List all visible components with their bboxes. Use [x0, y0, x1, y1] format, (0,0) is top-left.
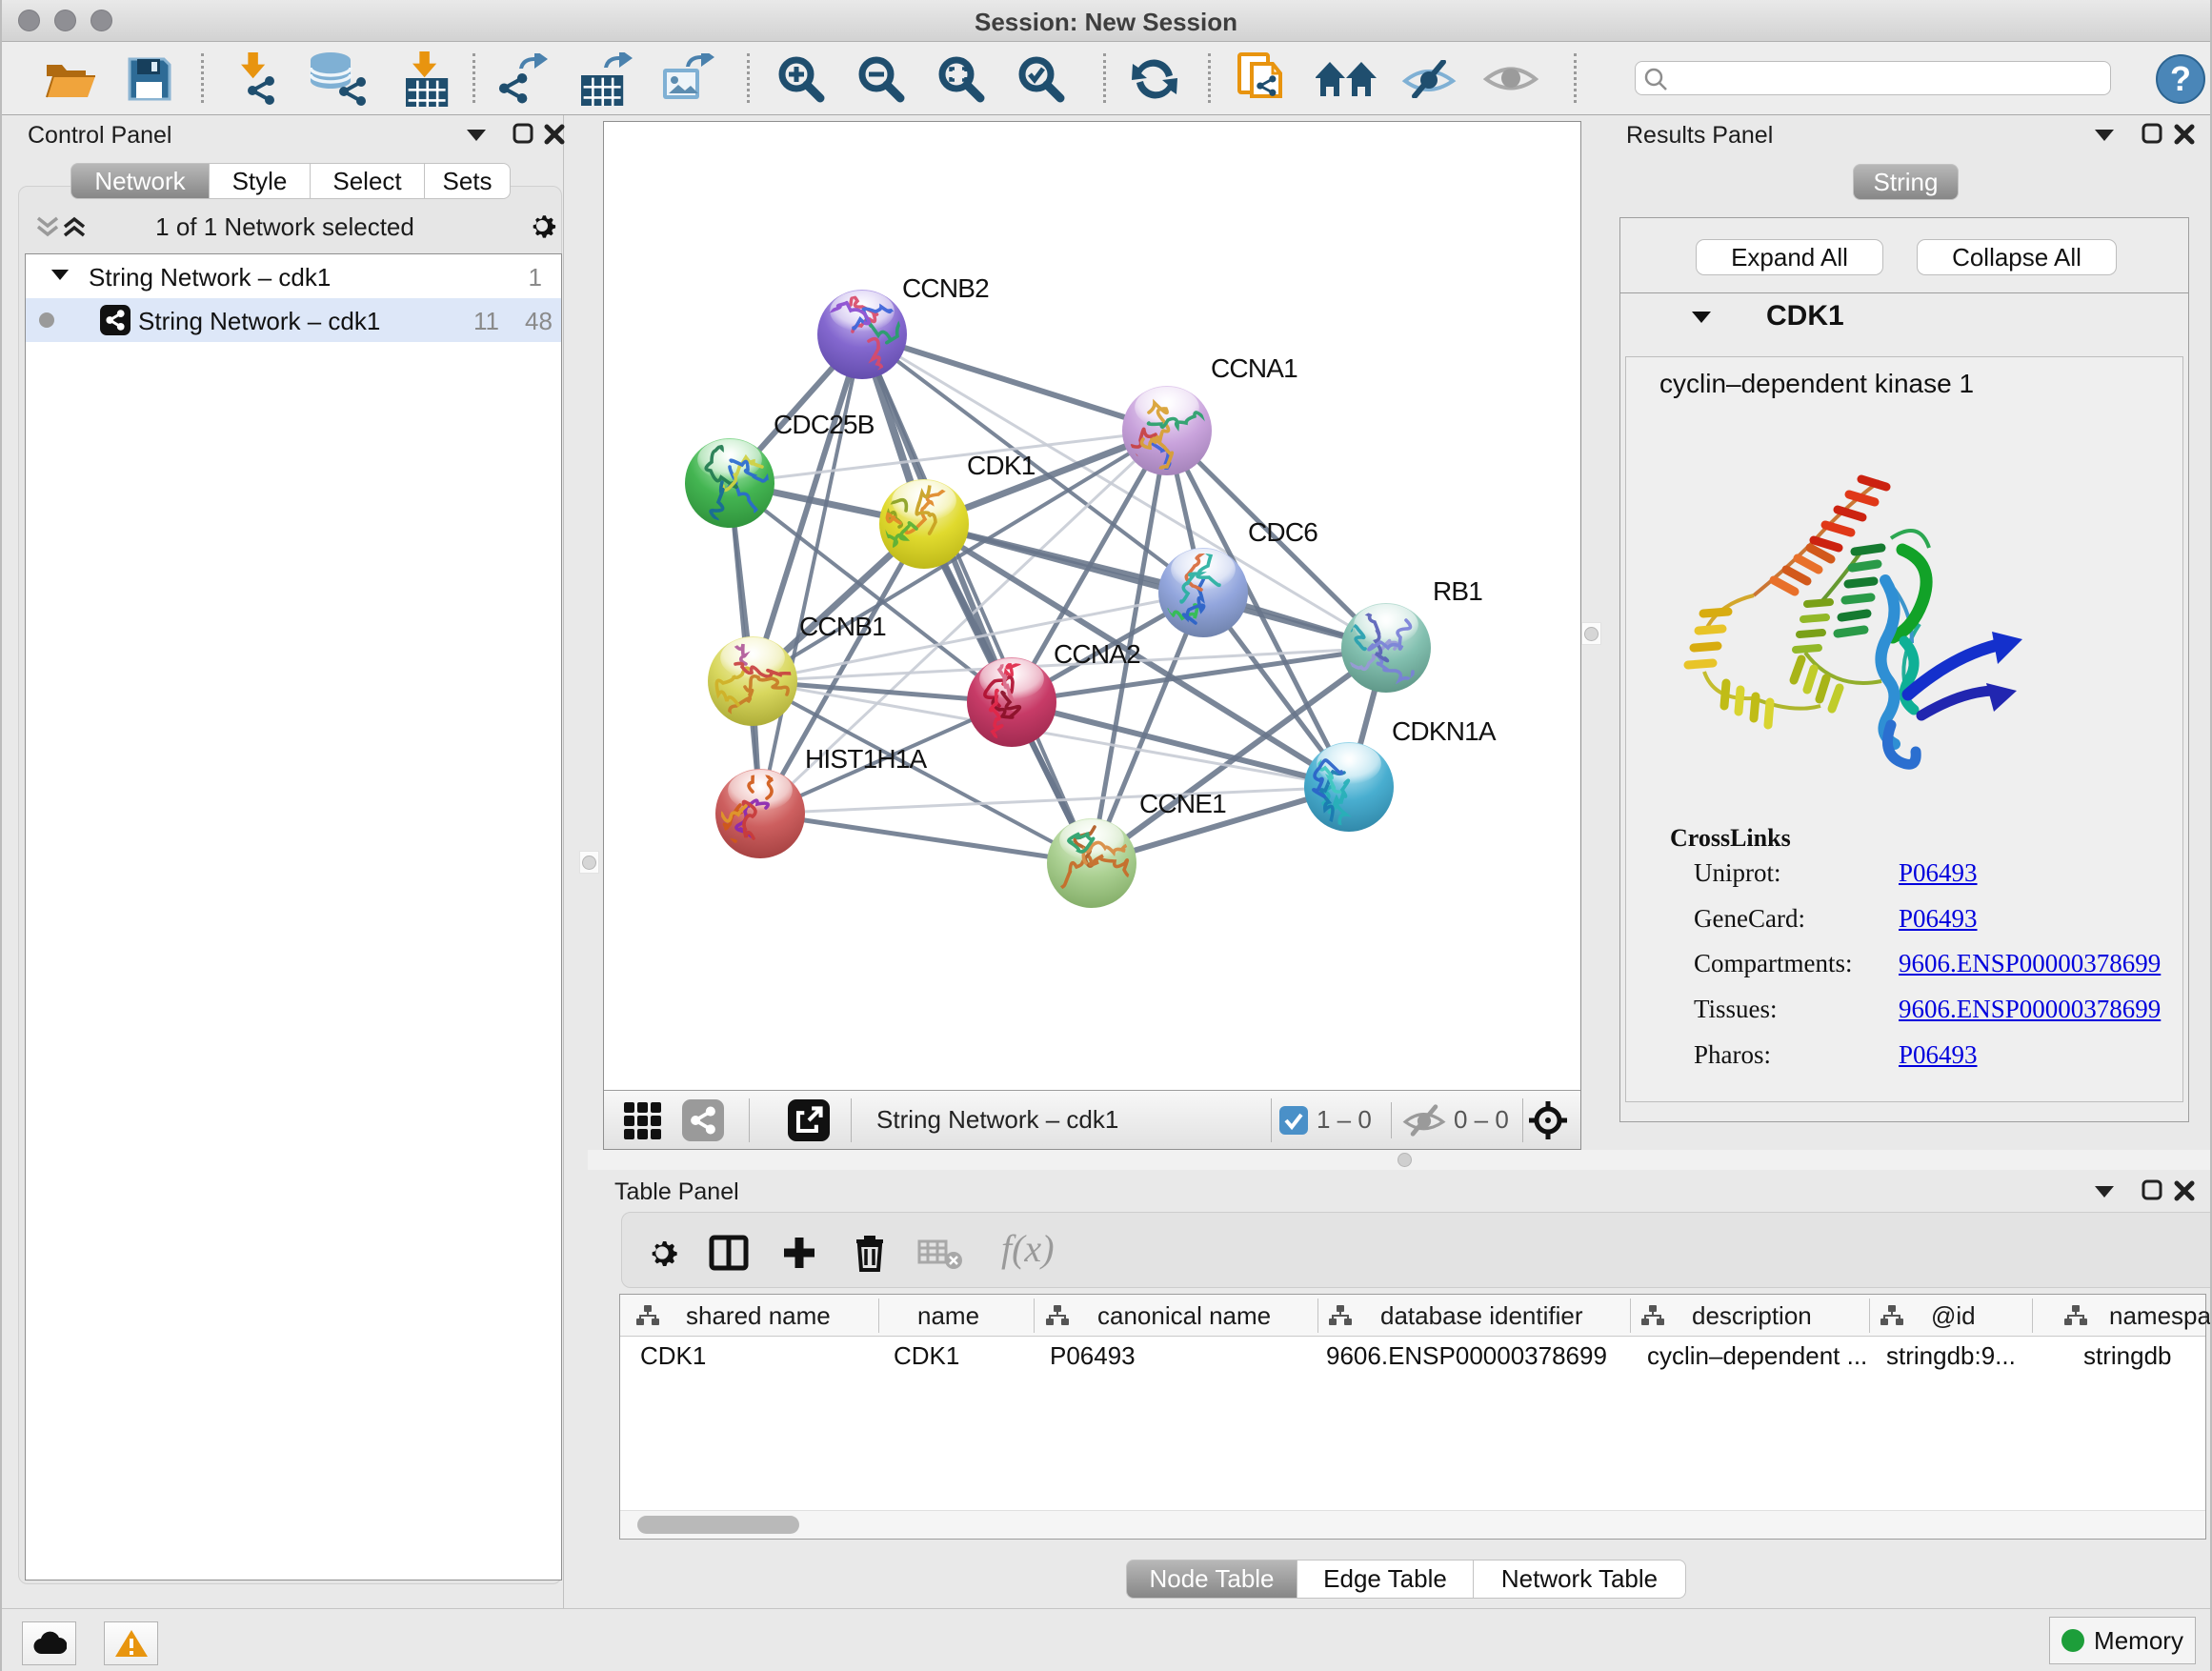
svg-text:CDC6: CDC6 — [1248, 517, 1317, 547]
svg-text:CCNB1: CCNB1 — [799, 612, 886, 641]
svg-text:CDK1: CDK1 — [967, 451, 1036, 480]
svg-text:CCNA1: CCNA1 — [1211, 353, 1297, 383]
svg-text:CDC25B: CDC25B — [774, 410, 875, 439]
svg-text:CCNE1: CCNE1 — [1139, 789, 1226, 818]
svg-text:?: ? — [2170, 59, 2191, 98]
svg-text:CCNB2: CCNB2 — [902, 273, 989, 303]
svg-text:RB1: RB1 — [1433, 576, 1482, 606]
svg-text:CDKN1A: CDKN1A — [1392, 716, 1497, 746]
svg-text:CCNA2: CCNA2 — [1054, 639, 1140, 669]
svg-text:HIST1H1A: HIST1H1A — [805, 744, 928, 774]
